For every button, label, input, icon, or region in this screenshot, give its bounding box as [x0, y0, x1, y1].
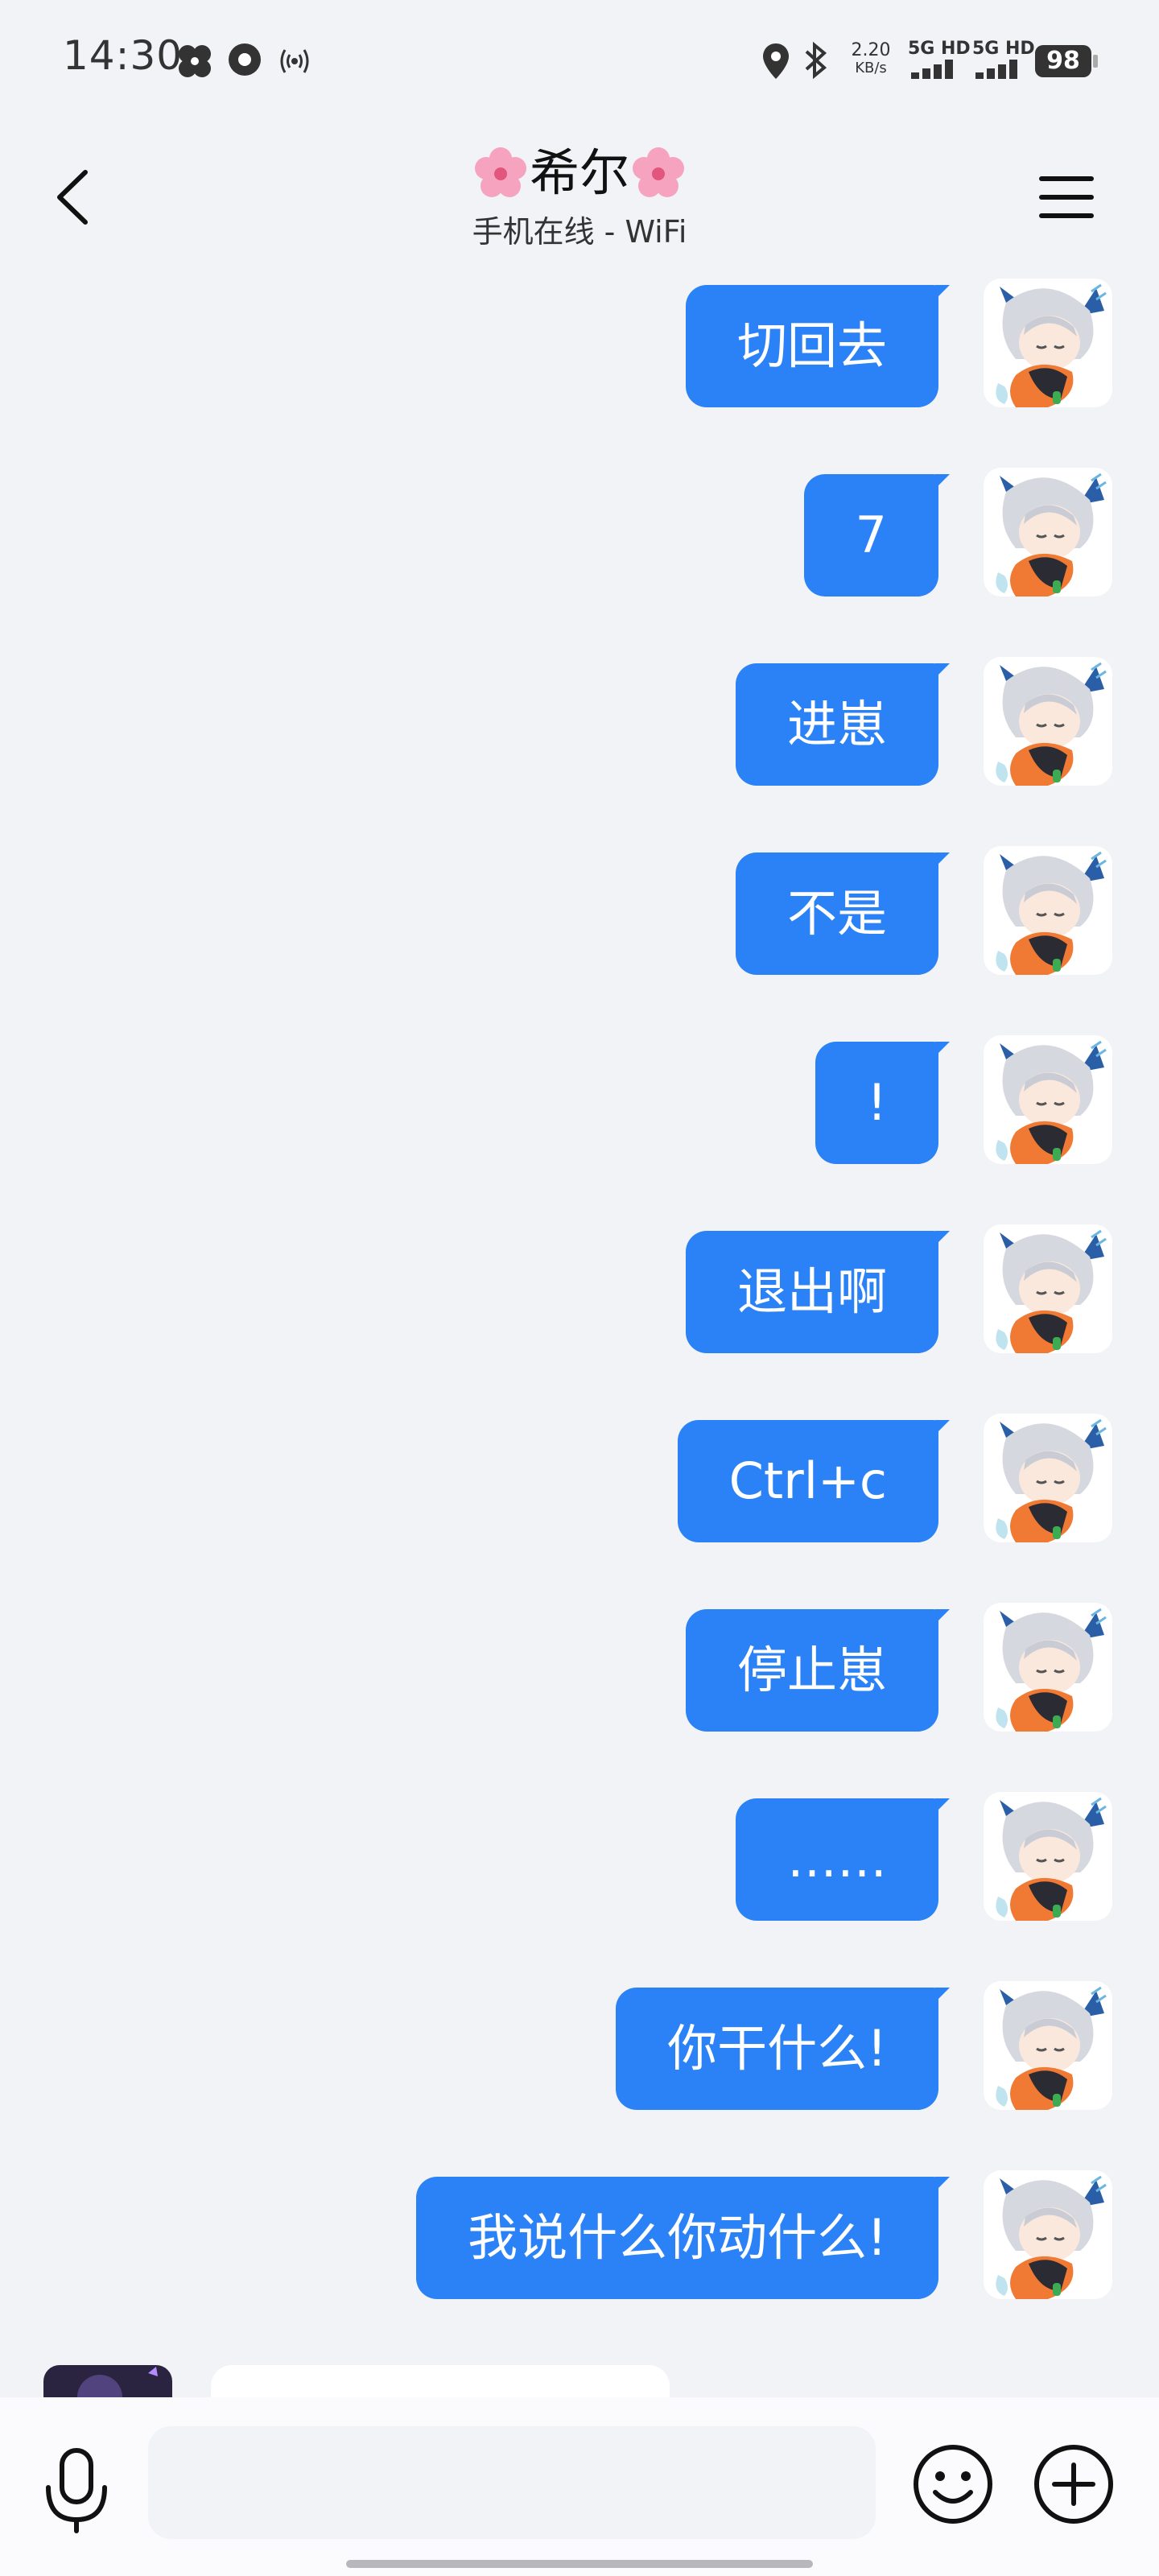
my-avatar[interactable] — [984, 1035, 1112, 1164]
chevron-left-icon — [57, 170, 88, 225]
battery-tip — [1093, 55, 1098, 68]
network-speed-value: 2.20 — [851, 40, 891, 60]
message-row: …… — [0, 1787, 1159, 1921]
message-row: 切回去 — [0, 274, 1159, 407]
avatar-image — [984, 2170, 1112, 2299]
avatar-image — [984, 1035, 1112, 1164]
hamburger-menu-icon — [1039, 176, 1094, 218]
message-row: 你干什么! — [0, 1976, 1159, 2110]
outgoing-message-bubble[interactable]: 退出啊 — [685, 1231, 951, 1353]
my-avatar[interactable] — [984, 1414, 1112, 1542]
signal-icon — [911, 60, 953, 79]
message-row: 退出啊 — [0, 1220, 1159, 1353]
sim1-label: 5G HD — [908, 39, 971, 59]
avatar-image — [984, 1981, 1112, 2110]
outgoing-message-bubble[interactable]: 切回去 — [685, 285, 951, 407]
bluetooth-icon — [805, 41, 827, 80]
my-avatar[interactable] — [984, 279, 1112, 407]
avatar-image — [984, 846, 1112, 975]
input-bar — [0, 2397, 1159, 2576]
my-avatar[interactable] — [984, 1603, 1112, 1732]
home-indicator[interactable] — [346, 2560, 813, 2568]
message-row: ! — [0, 1030, 1159, 1164]
status-bar: 14:30 2.20 KB/s 5G HD 5G HD 98 — [0, 0, 1159, 121]
outgoing-message-bubble[interactable]: 你干什么! — [616, 1988, 950, 2110]
outgoing-message-bubble[interactable]: ! — [815, 1042, 950, 1164]
cherry-blossom-icon-right — [633, 147, 684, 197]
outgoing-message-bubble[interactable]: 停止崽 — [685, 1609, 951, 1732]
signal-icon-2 — [975, 60, 1017, 79]
avatar-image — [984, 1414, 1112, 1542]
battery-level: 98 — [1035, 45, 1091, 77]
microphone-icon — [46, 2448, 107, 2533]
avatar-image — [984, 279, 1112, 407]
my-avatar[interactable] — [984, 657, 1112, 786]
outgoing-message-bubble[interactable]: Ctrl+c — [677, 1420, 951, 1542]
my-avatar[interactable] — [984, 1792, 1112, 1921]
avatar-image — [984, 1792, 1112, 1921]
contact-name: 希尔 — [529, 143, 629, 202]
message-input[interactable] — [148, 2426, 876, 2539]
smiley-icon — [914, 2445, 992, 2524]
avatar-image — [984, 1603, 1112, 1732]
hotspot-icon — [280, 49, 309, 73]
network-speed-unit: KB/s — [855, 60, 887, 76]
message-row: Ctrl+c — [0, 1409, 1159, 1542]
my-avatar[interactable] — [984, 468, 1112, 597]
outgoing-message-bubble[interactable]: 我说什么你动什么! — [416, 2177, 950, 2299]
message-row: 进崽 — [0, 652, 1159, 786]
message-row: 我说什么你动什么! — [0, 2165, 1159, 2299]
outgoing-message-bubble[interactable]: …… — [736, 1798, 950, 1921]
avatar-image — [984, 1224, 1112, 1353]
back-button[interactable] — [40, 161, 113, 233]
voice-button[interactable] — [40, 2446, 113, 2534]
message-row: 7 — [0, 463, 1159, 597]
chat-header: 希尔 手机在线 - WiFi — [0, 121, 1159, 274]
avatar-image — [984, 657, 1112, 786]
cherry-blossom-icon — [474, 147, 526, 197]
location-icon — [763, 43, 789, 79]
message-list[interactable]: 切回去 7 进崽 不是 ! 退出啊 Ctrl+c 停止崽 …… 你干什么! 我说… — [0, 274, 1159, 2383]
avatar-image — [984, 468, 1112, 597]
incoming-message-bubble[interactable] — [211, 2365, 670, 2397]
sim2-label: 5G HD — [972, 39, 1035, 59]
avatar-image — [77, 2367, 158, 2397]
emoji-button[interactable] — [911, 2442, 995, 2526]
contact-title[interactable]: 希尔 手机在线 - WiFi — [338, 145, 821, 251]
outgoing-message-bubble[interactable]: 不是 — [735, 852, 951, 975]
menu-button[interactable] — [1030, 161, 1103, 233]
outgoing-message-bubble[interactable]: 进崽 — [735, 663, 951, 786]
contact-status: 手机在线 - WiFi — [472, 214, 687, 250]
fan-icon — [179, 45, 211, 77]
my-avatar[interactable] — [984, 2170, 1112, 2299]
message-row: 不是 — [0, 841, 1159, 975]
contact-avatar[interactable] — [43, 2365, 172, 2397]
plus-circle-icon — [1034, 2445, 1113, 2524]
outgoing-message-bubble[interactable]: 7 — [803, 474, 951, 597]
message-row: 停止崽 — [0, 1598, 1159, 1732]
status-time: 14:30 — [63, 32, 184, 79]
more-button[interactable] — [1032, 2442, 1116, 2526]
my-avatar[interactable] — [984, 1981, 1112, 2110]
my-avatar[interactable] — [984, 1224, 1112, 1353]
app-notification-icon — [229, 43, 261, 76]
my-avatar[interactable] — [984, 846, 1112, 975]
